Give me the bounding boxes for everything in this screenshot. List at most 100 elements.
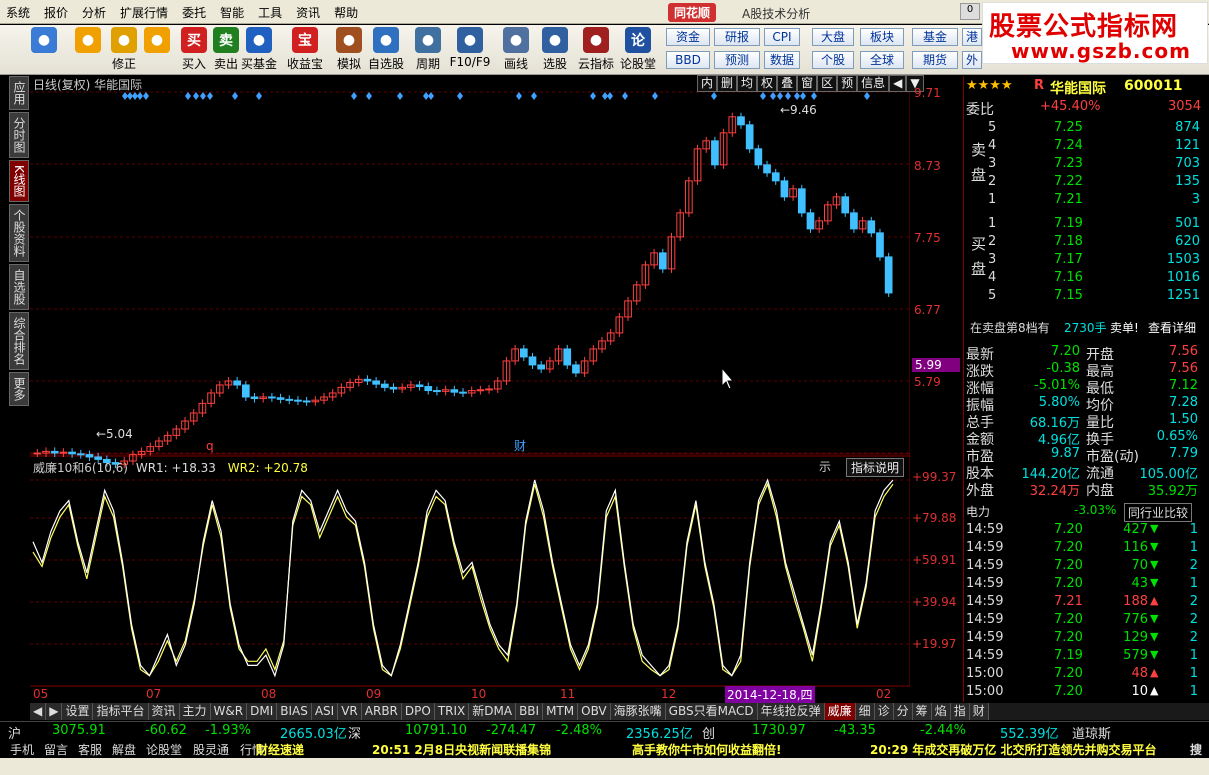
chart-button-1[interactable]: 删 [717, 75, 738, 92]
chart-button-6[interactable]: 区 [817, 75, 838, 92]
toolbar-futures-button[interactable]: 期货 [912, 51, 958, 69]
indicator-tab-13[interactable]: BBI [516, 703, 544, 720]
toolbar-market-button[interactable]: 大盘 [812, 28, 854, 46]
indicator-tab-22[interactable]: 分 [893, 703, 913, 720]
toolbar-data-button[interactable]: 数据 [764, 51, 800, 69]
news-item-1[interactable]: 20:51 2月8日央视新闻联播集锦 [372, 741, 551, 758]
quick-link-0[interactable]: 手机 [10, 741, 34, 758]
indicator-tab-14[interactable]: MTM [543, 703, 579, 720]
toolbar-research-button[interactable]: 研报 [714, 28, 760, 46]
toolbar-foreign-button[interactable]: 外 [962, 51, 982, 69]
menu-item-3[interactable]: 扩展行情 [120, 4, 168, 21]
toolbar-button-6[interactable]: ● 买基金 [237, 27, 281, 72]
indicator-help-button[interactable]: 指标说明 [846, 458, 905, 477]
toolbar-single-button[interactable]: 个股 [812, 51, 854, 69]
menu-item-5[interactable]: 智能 [220, 4, 244, 21]
indicator-tab-9[interactable]: ARBR [361, 703, 402, 720]
indicator-tab-21[interactable]: 诊 [874, 703, 894, 720]
toolbar-button-11[interactable]: ● F10/F9 [448, 27, 492, 69]
news-item-2[interactable]: 高手教你牛市如何收益翻倍! [632, 741, 781, 758]
indicator-tab-4[interactable]: W&R [210, 703, 248, 720]
quick-link-5[interactable]: 股灵通 [193, 741, 229, 758]
indicator-tab-7[interactable]: ASI [311, 703, 339, 720]
chart-button-8[interactable]: 信息 [857, 75, 890, 92]
toolbar-cpi-button[interactable]: CPI [764, 28, 800, 46]
indicator-tab-16[interactable]: 海豚张嘴 [610, 703, 666, 720]
indicator-tab-2[interactable]: 资讯 [148, 703, 180, 720]
toolbar-button-13[interactable]: ● 选股 [533, 27, 577, 72]
indicator-tab-3[interactable]: 主力 [179, 703, 211, 720]
kline-chart[interactable]: ←9.46 ←5.04 q 财 [30, 76, 911, 702]
menu-item-1[interactable]: 报价 [44, 4, 68, 21]
toolbar-global-button[interactable]: 全球 [860, 51, 904, 69]
toolbar-button-10[interactable]: ● 周期 [406, 27, 450, 72]
indicator-tab-15[interactable]: OBV [578, 703, 611, 720]
toolbar-button-15[interactable]: 论论股堂 [616, 27, 660, 72]
quick-link-1[interactable]: 留言 [44, 741, 68, 758]
sidebar-tab-0[interactable]: 应用 [9, 76, 29, 110]
menu-item-8[interactable]: 帮助 [334, 4, 358, 21]
chart-button-4[interactable]: 叠 [777, 75, 798, 92]
industry-compare-button[interactable]: 同行业比较 [1124, 503, 1193, 522]
toolbar-button-14[interactable]: ● 云指标 [574, 27, 618, 72]
news-item-0[interactable]: 财经速递 [256, 741, 304, 758]
indicator-tab-26[interactable]: 财 [969, 703, 989, 720]
toolbar-funds-button[interactable]: 基金 [912, 28, 958, 46]
indicator-tab-24[interactable]: 焰 [931, 703, 951, 720]
indicator-tab-19[interactable]: 威廉 [824, 703, 856, 720]
news-item-4[interactable]: 搜 [1190, 741, 1202, 758]
toolbar-sector-button[interactable]: 板块 [860, 28, 904, 46]
news-item-3[interactable]: 20:29 年成交再破万亿 北交所打造领先并购交易平台 [870, 741, 1157, 758]
notice-more-link[interactable]: 查看详细 [1148, 319, 1196, 336]
indicator-tab-17[interactable]: GBS只看MACD [665, 703, 758, 720]
indicator-tab-25[interactable]: 指 [950, 703, 970, 720]
quick-link-3[interactable]: 解盘 [112, 741, 136, 758]
candle [268, 396, 276, 399]
sidebar-tab-4[interactable]: 自选股 [9, 263, 29, 310]
chart-button-7[interactable]: 预 [837, 75, 858, 92]
indicator-tab-8[interactable]: VR [338, 703, 362, 720]
candle [841, 196, 850, 214]
menu-item-0[interactable]: 系统 [6, 4, 30, 21]
chart-area[interactable]: ←9.46 ←5.04 q 财 [30, 76, 911, 702]
chart-button-9[interactable]: ◀ [889, 75, 907, 92]
stock-header: ★★★★ R 华能国际 600011 [964, 78, 1204, 97]
sidebar-tab-6[interactable]: 更多 [9, 371, 29, 406]
indicator-tab-6[interactable]: BIAS [277, 703, 312, 720]
indicator-tab-0[interactable]: 设置 [62, 703, 94, 720]
minimize-button[interactable]: 0 [960, 3, 980, 20]
toolbar-bbd-button[interactable]: BBD [666, 51, 710, 69]
indicator-tab-1[interactable]: 指标平台 [93, 703, 149, 720]
chart-button-3[interactable]: 权 [757, 75, 778, 92]
menu-item-6[interactable]: 工具 [258, 4, 282, 21]
indicator-tab-5[interactable]: DMI [247, 703, 278, 720]
indicator-tab-23[interactable]: 筹 [912, 703, 932, 720]
toolbar-button-7[interactable]: 宝收益宝 [283, 27, 327, 72]
chart-button-0[interactable]: 内 [697, 75, 718, 92]
indicator-tab-12[interactable]: 新DMA [469, 703, 517, 720]
updown-icon: ● [111, 27, 137, 53]
toolbar-hk-button[interactable]: 港 [962, 28, 982, 46]
toolbar-button-0[interactable]: ● [22, 27, 66, 53]
sidebar-tab-5[interactable]: 综合排名 [9, 311, 29, 370]
toolbar-button-12[interactable]: ● 画线 [494, 27, 538, 72]
indicator-tab-11[interactable]: TRIX [434, 703, 470, 720]
indicator-tab-10[interactable]: DPO [401, 703, 435, 720]
chart-button-5[interactable]: 窗 [797, 75, 818, 92]
quick-link-2[interactable]: 客服 [78, 741, 102, 758]
toolbar-button-9[interactable]: ● 自选股 [364, 27, 408, 72]
toolbar-fund-button[interactable]: 资金 [666, 28, 710, 46]
chart-button-2[interactable]: 均 [737, 75, 758, 92]
menu-item-7[interactable]: 资讯 [296, 4, 320, 21]
toolbar-forecast-button[interactable]: 预测 [714, 51, 760, 69]
sidebar-tab-3[interactable]: 个股资料 [9, 203, 29, 262]
menu-item-2[interactable]: 分析 [82, 4, 106, 21]
indicator-tab-18[interactable]: 年线抢反弹 [757, 703, 825, 720]
tab-scroll-left-icon[interactable]: ◀ [30, 703, 47, 720]
indicator-tab-20[interactable]: 细 [855, 703, 875, 720]
sidebar-tab-1[interactable]: 分时图 [9, 112, 29, 158]
menu-item-4[interactable]: 委托 [182, 4, 206, 21]
tab-scroll-right-icon[interactable]: ▶ [46, 703, 63, 720]
sidebar-tab-2[interactable]: K线图 [9, 160, 29, 202]
quick-link-4[interactable]: 论股堂 [146, 741, 182, 758]
